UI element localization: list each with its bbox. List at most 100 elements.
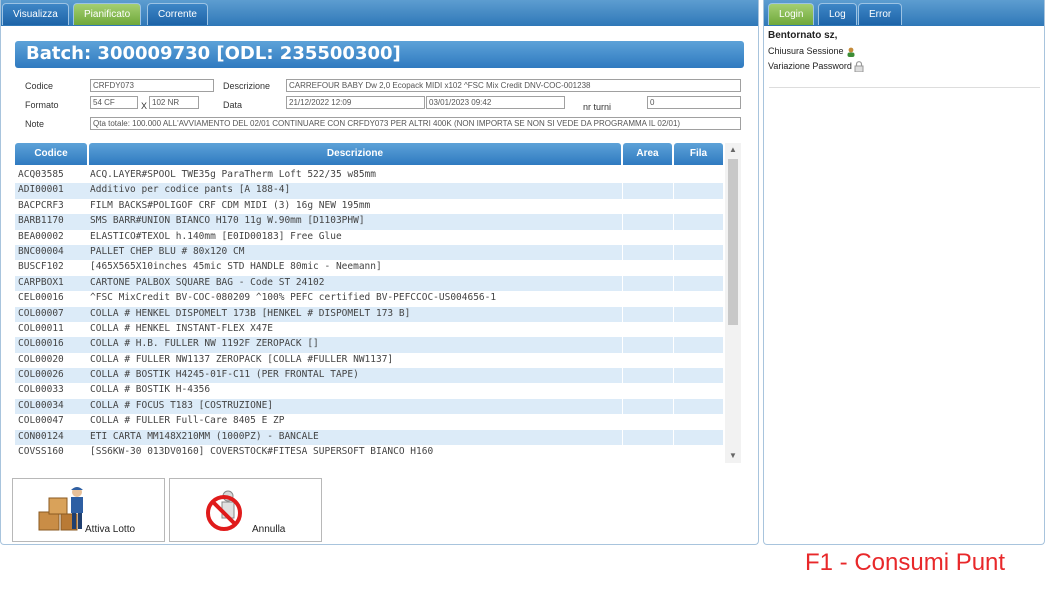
row-code: COL00020 — [18, 353, 64, 365]
row-code: BEA00002 — [18, 230, 64, 242]
grid-scrollbar[interactable]: ▲ ▼ — [725, 143, 741, 463]
column-separator — [673, 398, 674, 415]
table-row[interactable]: BARB1170 SMS BARR#UNION BIANCO H170 11g W… — [15, 214, 723, 230]
row-description: Additivo per codice pants [A 188-4] — [90, 184, 291, 196]
tab-error[interactable]: Error — [858, 3, 903, 25]
column-separator — [673, 198, 674, 215]
nr-turni-label: nr turni — [583, 102, 612, 112]
table-row[interactable]: COL00034 COLLA # FOCUS T183 [COSTRUZIONE] — [15, 398, 723, 415]
row-code: CARPBOX1 — [18, 276, 64, 288]
tab-log[interactable]: Log — [818, 3, 857, 25]
table-row[interactable]: COL00020 COLLA # FULLER NW1137 ZEROPACK [… — [15, 352, 723, 369]
column-separator — [673, 183, 674, 199]
data-end-field[interactable]: 03/01/2023 09:42 — [426, 96, 565, 109]
boxes-person-icon — [38, 487, 83, 531]
row-code: COL00016 — [18, 338, 64, 350]
table-row[interactable]: BEA00002 ELASTICO#TEXOL h.140mm [E0ID0018… — [15, 229, 723, 245]
table-row[interactable]: BNC00004 PALLET CHEP BLU # 80x120 CM — [15, 244, 723, 261]
column-separator — [673, 291, 674, 307]
column-separator — [622, 168, 623, 184]
logout-link[interactable]: Chiusura Sessione — [768, 46, 864, 57]
column-separator — [673, 229, 674, 245]
logout-label: Chiusura Sessione — [768, 46, 844, 56]
row-description: COLLA # HENKEL INSTANT-FLEX X47E — [90, 322, 274, 334]
table-row[interactable]: CARPBOX1 CARTONE PALBOX SQUARE BAG - Code… — [15, 275, 723, 292]
col-header-area[interactable]: Area — [623, 143, 672, 165]
col-header-descrizione[interactable]: Descrizione — [89, 143, 621, 165]
column-separator — [622, 398, 623, 415]
data-label: Data — [223, 100, 243, 110]
row-description: COLLA # FULLER NW1137 ZEROPACK [COLLA #F… — [90, 353, 394, 365]
column-separator — [673, 414, 674, 430]
table-row[interactable]: COL00026 COLLA # BOSTIK H4245-01F-C11 (PE… — [15, 368, 723, 384]
row-code: COL00011 — [18, 322, 64, 334]
row-code: COL00034 — [18, 399, 64, 411]
annulla-label: Annulla — [252, 524, 286, 535]
row-description: ELASTICO#TEXOL h.140mm [E0ID00183] Free … — [90, 230, 342, 242]
x-label: X — [141, 101, 148, 111]
nr-field[interactable]: 102 NR — [149, 96, 199, 109]
table-row[interactable]: COVSS160 [SS6KW-30 013DV0160] COVERSTOCK#… — [15, 445, 723, 461]
note-field[interactable]: Qta totale: 100.000 ALL'AVVIAMENTO DEL 0… — [90, 117, 741, 130]
main-panel: Visualizza Pianificato Corrente Batch: 3… — [0, 0, 759, 545]
table-row[interactable]: COL00007 COLLA # HENKEL DISPOMELT 173B [H… — [15, 306, 723, 322]
row-code: COL00026 — [18, 369, 64, 381]
row-code: CON00124 — [18, 430, 64, 442]
row-code: BUSCF102 — [18, 261, 64, 273]
table-row[interactable]: COL00033 COLLA # BOSTIK H-4356 — [15, 383, 723, 399]
column-separator — [622, 291, 623, 307]
table-row[interactable]: ACQ03585 ACQ.LAYER#SPOOL TWE35g ParaTherm… — [15, 168, 723, 184]
tab-corrente[interactable]: Corrente — [147, 3, 208, 25]
table-row[interactable]: CON00124 ETI CARTA MM148X210MM (1000PZ) -… — [15, 429, 723, 446]
table-row[interactable]: COL00016 COLLA # H.B. FULLER NW 1192F ZER… — [15, 337, 723, 353]
column-separator — [673, 275, 674, 292]
column-separator — [622, 244, 623, 261]
column-separator — [622, 229, 623, 245]
row-description: COLLA # H.B. FULLER NW 1192F ZEROPACK [] — [90, 338, 319, 350]
session-panel: Login Log Error Bentornato sz, Chiusura … — [763, 0, 1045, 545]
column-separator — [673, 368, 674, 384]
change-password-label: Variazione Password — [768, 60, 852, 71]
column-separator — [673, 244, 674, 261]
table-row[interactable]: BACPCRF3 FILM BACKS#POLIGOF CRF CDM MIDI … — [15, 198, 723, 215]
tab-pianificato[interactable]: Pianificato — [73, 3, 142, 25]
codice-label: Codice — [25, 81, 54, 91]
col-header-fila[interactable]: Fila — [674, 143, 723, 165]
tab-login[interactable]: Login — [768, 3, 815, 25]
column-separator — [622, 445, 623, 461]
change-password-link[interactable]: Variazione Password — [768, 60, 864, 73]
column-separator — [622, 414, 623, 430]
table-row[interactable]: CEL00016 ^FSC MixCredit BV-COC-080209 ^10… — [15, 291, 723, 307]
row-description: SMS BARR#UNION BIANCO H170 11g W.90mm [D… — [90, 215, 365, 227]
row-description: ACQ.LAYER#SPOOL TWE35g ParaTherm Loft 52… — [90, 169, 376, 180]
divider — [769, 87, 1040, 88]
table-row[interactable]: COL00047 COLLA # FULLER Full-Care 8405 E … — [15, 414, 723, 430]
batch-title: Batch: 300009730 [ODL: 235500300] — [26, 43, 401, 64]
table-row[interactable]: ADI00001 Additivo per codice pants [A 188… — [15, 183, 723, 199]
column-separator — [622, 198, 623, 215]
column-separator — [622, 337, 623, 353]
tab-visualizza[interactable]: Visualizza — [2, 3, 69, 25]
row-description: ETI CARTA MM148X210MM (1000PZ) - BANCALE — [90, 430, 319, 442]
table-row[interactable]: BUSCF102 [465X565X10inches 45mic STD HAND… — [15, 260, 723, 276]
nr-turni-field[interactable]: 0 — [647, 96, 741, 109]
col-header-codice[interactable]: Codice — [15, 143, 87, 165]
codice-field[interactable]: CRFDY073 — [90, 79, 214, 92]
annulla-button[interactable]: Annulla — [169, 478, 322, 542]
data-start-field[interactable]: 21/12/2022 12:09 — [286, 96, 425, 109]
column-separator — [673, 306, 674, 322]
table-row[interactable]: COL00011 COLLA # HENKEL INSTANT-FLEX X47E — [15, 321, 723, 338]
grid-rows: ACQ03585 ACQ.LAYER#SPOOL TWE35g ParaTherm… — [15, 168, 723, 461]
row-description: [465X565X10inches 45mic STD HANDLE 80mic… — [90, 261, 382, 273]
scroll-up-icon[interactable]: ▲ — [725, 143, 741, 157]
attiva-lotto-button[interactable]: Attiva Lotto — [12, 478, 165, 542]
row-description: FILM BACKS#POLIGOF CRF CDM MIDI (3) 16g … — [90, 199, 371, 211]
column-separator — [673, 260, 674, 276]
scroll-down-icon[interactable]: ▼ — [725, 449, 741, 463]
row-code: BACPCRF3 — [18, 199, 64, 211]
scroll-thumb[interactable] — [728, 159, 738, 325]
row-description: [SS6KW-30 013DV0160] COVERSTOCK#FITESA S… — [90, 446, 434, 458]
materials-grid: Codice Descrizione Area Fila ACQ03585 ACQ… — [15, 143, 741, 463]
descrizione-field[interactable]: CARREFOUR BABY Dw 2,0 Ecopack MIDI x102 … — [286, 79, 741, 92]
formato-field[interactable]: 54 CF — [90, 96, 138, 109]
